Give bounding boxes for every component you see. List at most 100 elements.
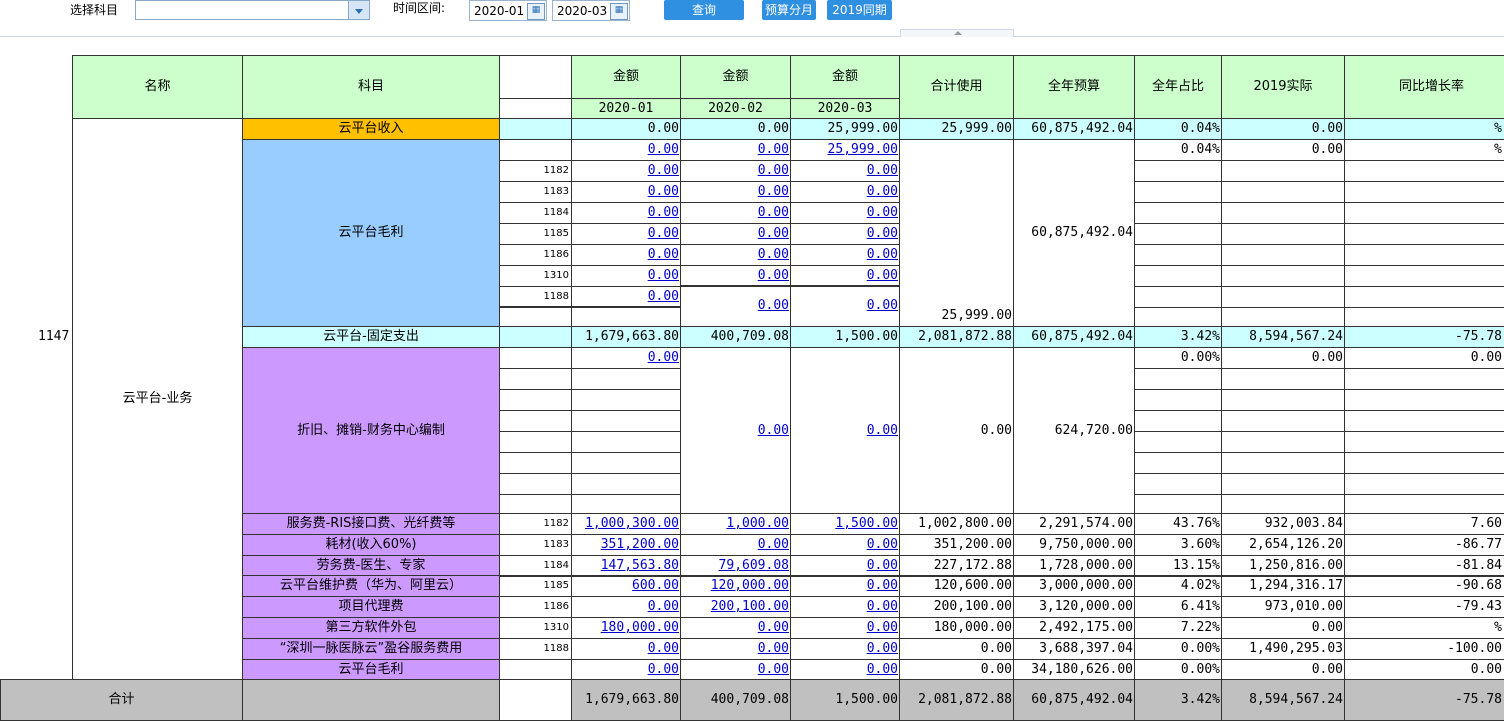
gross-m3: 0.00 [790, 223, 900, 245]
gross-ratio-blank [1134, 160, 1222, 182]
gross-m1-link[interactable]: 0.00 [648, 247, 679, 262]
depr-m3-link[interactable]: 0.00 [867, 421, 898, 441]
gross-m3-link[interactable]: 0.00 [867, 226, 898, 241]
date-start-input[interactable]: 2020-01 ▦ [469, 0, 547, 21]
gross-m2-link[interactable]: 0.00 [758, 205, 789, 220]
gross-m2-link[interactable]: 0.00 [758, 184, 789, 199]
item-m3-link[interactable]: 0.00 [867, 599, 898, 614]
item-code: 1186 [499, 596, 572, 618]
gross-m3: 0.00 [790, 160, 900, 182]
item-m2-link[interactable]: 0.00 [758, 662, 789, 677]
depr-m2-link[interactable]: 0.00 [758, 421, 789, 441]
gross-m1-link[interactable]: 0.00 [648, 268, 679, 283]
gross-m3-link[interactable]: 0.00 [867, 247, 898, 262]
subject-select[interactable] [135, 0, 370, 20]
item-m3-link[interactable]: 0.00 [867, 558, 898, 573]
item-m1-link[interactable]: 147,563.80 [601, 558, 679, 573]
gross-actual: 0.00 [1221, 139, 1345, 161]
gross-m3-last-link[interactable]: 0.00 [867, 296, 898, 316]
gross-m3: 0.00 [790, 181, 900, 203]
gross-code-blank [499, 306, 572, 328]
gross-m1-link[interactable]: 0.00 [648, 163, 679, 178]
total-total: 2,081,872.88 [899, 679, 1014, 721]
gross-m2-link[interactable]: 0.00 [758, 226, 789, 241]
item-m2: 200,100.00 [680, 596, 791, 618]
gross-first-m3-link[interactable]: 25,999.00 [828, 142, 898, 157]
query-button[interactable]: 查询 [664, 0, 744, 20]
item-m2-link[interactable]: 0.00 [758, 537, 789, 552]
depr-ratio-blank [1134, 452, 1222, 474]
depr-m1-link[interactable]: 0.00 [648, 350, 679, 365]
item-m2-link[interactable]: 1,000.00 [726, 516, 789, 531]
header-code-blank [499, 55, 572, 99]
depr-total: 0.00 [980, 422, 1012, 438]
gross-m2-link[interactable]: 0.00 [758, 247, 789, 262]
gross-m1-link[interactable]: 0.00 [648, 289, 679, 304]
item-m3-link[interactable]: 0.00 [867, 537, 898, 552]
gross-growth-blank [1344, 265, 1504, 287]
item-m2: 120,000.00 [680, 575, 791, 597]
income-growth: % [1344, 118, 1504, 140]
item-label: 云平台毛利 [242, 659, 500, 681]
item-code: 1310 [499, 617, 572, 639]
gross-m3-link[interactable]: 0.00 [867, 184, 898, 199]
item-m2-link[interactable]: 120,000.00 [711, 578, 789, 593]
gross-ratio-blank [1134, 202, 1222, 224]
depr-ratio-blank [1134, 431, 1222, 453]
gross-m1-link[interactable]: 0.00 [648, 205, 679, 220]
gross-m2-link[interactable]: 0.00 [758, 163, 789, 178]
collapse-handle[interactable] [900, 29, 1014, 37]
item-m1-link[interactable]: 0.00 [648, 662, 679, 677]
item-m1-link[interactable]: 1,000,300.00 [585, 516, 679, 531]
gross-m1: 0.00 [571, 286, 681, 308]
depr-actual-blank [1221, 368, 1345, 390]
item-m1-link[interactable]: 180,000.00 [601, 620, 679, 635]
item-m1-link[interactable]: 0.00 [648, 641, 679, 656]
gross-m3-link[interactable]: 0.00 [867, 268, 898, 283]
chevron-down-icon[interactable] [348, 1, 369, 19]
item-m3-link[interactable]: 0.00 [867, 641, 898, 656]
chevron-up-icon[interactable] [954, 31, 962, 35]
item-m3-link[interactable]: 1,500.00 [835, 516, 898, 531]
gross-m1-link[interactable]: 0.00 [648, 226, 679, 241]
item-m3-link[interactable]: 0.00 [867, 662, 898, 677]
gross-m2: 0.00 [680, 244, 791, 266]
budget-monthly-button[interactable]: 预算分月 [762, 0, 816, 20]
gross-m1: 0.00 [571, 223, 681, 245]
item-m2-link[interactable]: 0.00 [758, 641, 789, 656]
depr-m3-cell: 0.00 [790, 347, 900, 514]
gross-first-m1-link[interactable]: 0.00 [648, 142, 679, 157]
item-m2-link[interactable]: 200,100.00 [711, 599, 789, 614]
gross-code: 1188 [499, 286, 572, 308]
gross-code-blank [499, 139, 572, 161]
item-m2-link[interactable]: 79,609.08 [719, 558, 789, 573]
item-budget: 3,120,000.00 [1013, 596, 1135, 618]
gross-first-m2-link[interactable]: 0.00 [758, 142, 789, 157]
gross-m2-link[interactable]: 0.00 [758, 268, 789, 283]
item-m1-link[interactable]: 0.00 [648, 599, 679, 614]
total-m3: 1,500.00 [790, 679, 900, 721]
item-growth: % [1344, 617, 1504, 639]
total-row-label: 合计 [0, 679, 243, 721]
calendar-icon[interactable]: ▦ [610, 3, 628, 20]
item-m3-link[interactable]: 0.00 [867, 578, 898, 593]
gross-m3-link[interactable]: 0.00 [867, 163, 898, 178]
item-m3-link[interactable]: 0.00 [867, 620, 898, 635]
date-end-input[interactable]: 2020-03 ▦ [552, 0, 630, 21]
depr-growth-blank [1344, 410, 1504, 432]
header-subject: 科目 [242, 55, 500, 119]
item-m1-link[interactable]: 351,200.00 [601, 537, 679, 552]
compare-2019-button[interactable]: 2019同期 [827, 0, 892, 20]
gross-m1-link[interactable]: 0.00 [648, 184, 679, 199]
item-actual: 1,250,816.00 [1221, 555, 1345, 577]
item-m2-link[interactable]: 0.00 [758, 620, 789, 635]
header-total-used: 合计使用 [899, 55, 1014, 119]
calendar-icon[interactable]: ▦ [527, 3, 545, 20]
item-m1: 1,000,300.00 [571, 513, 681, 535]
item-m2: 0.00 [680, 534, 791, 556]
gross-m2-last-link[interactable]: 0.00 [758, 296, 789, 316]
item-growth: -90.68 [1344, 575, 1504, 597]
item-code [499, 659, 572, 681]
item-m1-link[interactable]: 600.00 [632, 578, 679, 593]
gross-m3-link[interactable]: 0.00 [867, 205, 898, 220]
